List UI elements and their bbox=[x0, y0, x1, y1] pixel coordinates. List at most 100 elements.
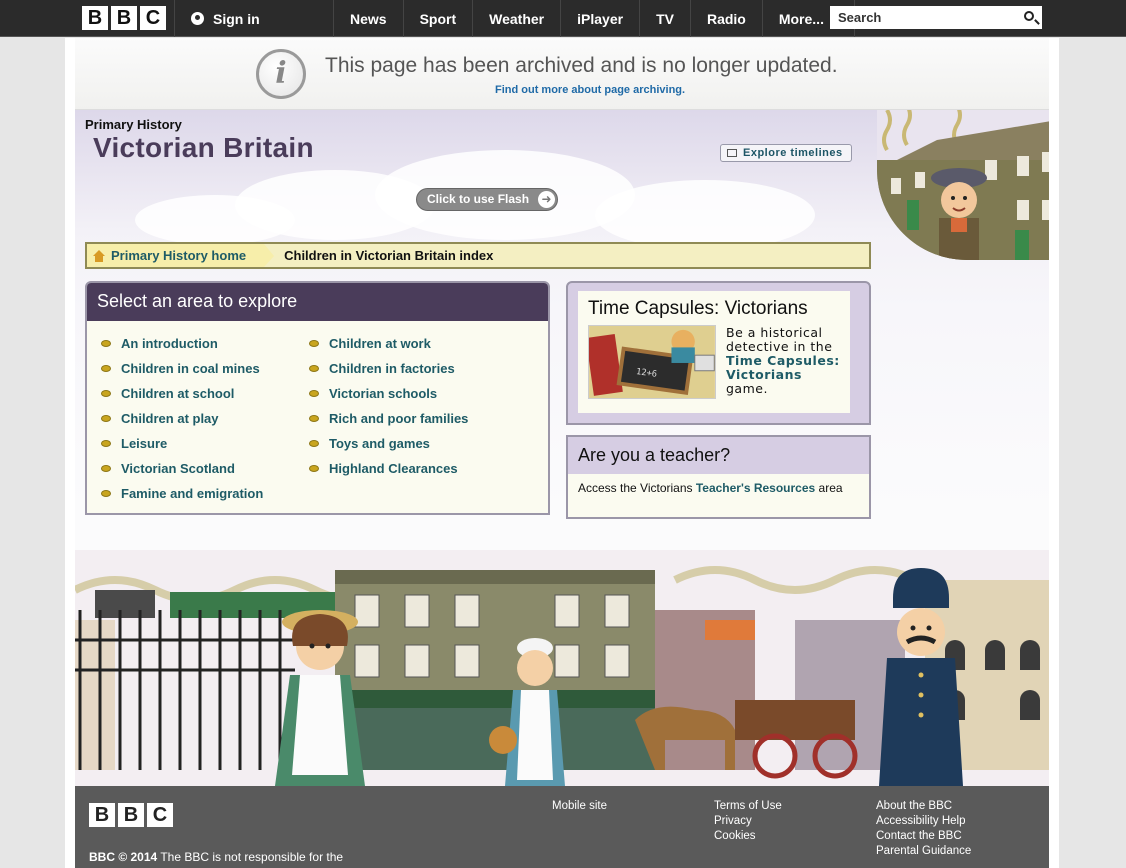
explore-link-label: An introduction bbox=[121, 336, 218, 351]
teacher-heading: Are you a teacher? bbox=[568, 437, 869, 474]
bullet-icon bbox=[101, 340, 111, 347]
footer-link-cookies[interactable]: Cookies bbox=[714, 829, 782, 844]
explore-link[interactable]: Children at work bbox=[309, 331, 468, 356]
user-icon bbox=[191, 12, 204, 25]
sign-in-link[interactable]: Sign in bbox=[174, 0, 334, 37]
explore-list-right: Children at work Children in factories V… bbox=[309, 331, 468, 481]
teacher-text-before: Access the Victorians bbox=[578, 481, 696, 495]
search-placeholder: Search bbox=[838, 10, 882, 25]
teacher-description: Access the Victorians Teacher's Resource… bbox=[568, 474, 869, 503]
copyright-disclaimer: The BBC is not responsible for the bbox=[157, 850, 344, 864]
explore-link-label: Victorian Scotland bbox=[121, 461, 235, 476]
nav-iplayer[interactable]: iPlayer bbox=[561, 0, 641, 37]
bullet-icon bbox=[101, 440, 111, 447]
search-icon[interactable] bbox=[1024, 11, 1034, 21]
footer-link-parental[interactable]: Parental Guidance bbox=[876, 844, 971, 859]
victorian-street-illustration bbox=[75, 550, 1049, 786]
explore-link[interactable]: Rich and poor families bbox=[309, 406, 468, 431]
explore-link-label: Rich and poor families bbox=[329, 411, 469, 426]
explore-link[interactable]: Victorian schools bbox=[309, 381, 468, 406]
explore-timelines-button[interactable]: Explore timelines bbox=[720, 144, 852, 162]
explore-panel: Select an area to explore An introductio… bbox=[85, 281, 550, 515]
victorian-boy-illustration bbox=[877, 110, 1049, 260]
explore-link-label: Highland Clearances bbox=[329, 461, 458, 476]
footer-link-about[interactable]: About the BBC bbox=[876, 799, 971, 814]
explore-link-label: Children at play bbox=[121, 411, 219, 426]
bbc-logo[interactable]: B B C bbox=[82, 6, 166, 30]
logo-letter: B bbox=[118, 803, 144, 827]
bullet-icon bbox=[309, 415, 319, 422]
footer-links-col2: Terms of Use Privacy Cookies bbox=[714, 799, 782, 844]
time-capsules-title: Time Capsules: Victorians bbox=[588, 298, 808, 319]
breadcrumb-current: Children in Victorian Britain index bbox=[284, 248, 494, 263]
use-flash-button[interactable]: Click to use Flash ➜ bbox=[416, 188, 558, 211]
explore-link[interactable]: Victorian Scotland bbox=[101, 456, 263, 481]
nav-news[interactable]: News bbox=[334, 0, 404, 37]
time-capsules-description: Be a historical detective in the Time Ca… bbox=[726, 326, 846, 396]
page-container: i This page has been archived and is no … bbox=[65, 38, 1059, 868]
footer-link-contact[interactable]: Contact the BBC bbox=[876, 829, 971, 844]
home-icon bbox=[93, 249, 105, 262]
sign-in-label: Sign in bbox=[213, 10, 260, 27]
explore-link-label: Children in coal mines bbox=[121, 361, 260, 376]
logo-letter: B bbox=[89, 803, 115, 827]
content-area: Primary History Victorian Britain Explor… bbox=[75, 110, 1049, 786]
explore-link-label: Children at school bbox=[121, 386, 235, 401]
popup-window-icon bbox=[727, 149, 737, 157]
time-capsules-card[interactable]: Time Capsules: Victorians 12+6 Be a hist… bbox=[578, 291, 850, 413]
archive-notice: i This page has been archived and is no … bbox=[75, 38, 1049, 110]
info-icon: i bbox=[256, 49, 306, 99]
footer-links-col3: About the BBC Accessibility Help Contact… bbox=[876, 799, 971, 859]
logo-letter: C bbox=[147, 803, 173, 827]
bullet-icon bbox=[101, 365, 111, 372]
logo-letter: C bbox=[140, 6, 166, 30]
explore-link-label: Famine and emigration bbox=[121, 486, 264, 501]
nav-tv[interactable]: TV bbox=[640, 0, 691, 37]
main-nav: News Sport Weather iPlayer TV Radio More… bbox=[334, 0, 855, 37]
explore-heading: Select an area to explore bbox=[87, 283, 548, 321]
explore-timelines-label: Explore timelines bbox=[743, 147, 843, 159]
logo-letter: B bbox=[82, 6, 108, 30]
breadcrumb-home-link[interactable]: Primary History home bbox=[87, 244, 275, 267]
bullet-icon bbox=[101, 390, 111, 397]
explore-link[interactable]: Famine and emigration bbox=[101, 481, 263, 506]
archive-info-link[interactable]: Find out more about page archiving. bbox=[495, 84, 685, 96]
nav-weather[interactable]: Weather bbox=[473, 0, 562, 37]
explore-link[interactable]: Children in factories bbox=[309, 356, 468, 381]
footer-link-accessibility[interactable]: Accessibility Help bbox=[876, 814, 971, 829]
bullet-icon bbox=[101, 415, 111, 422]
use-flash-label: Click to use Flash bbox=[427, 192, 530, 206]
explore-link-label: Toys and games bbox=[329, 436, 430, 451]
bbc-top-bar: B B C Sign in News Sport Weather iPlayer… bbox=[0, 0, 1126, 37]
copyright-label: BBC © 2014 bbox=[89, 850, 158, 864]
explore-link-label: Children in factories bbox=[329, 361, 455, 376]
page-title: Victorian Britain bbox=[93, 132, 314, 163]
teacher-promo: Are you a teacher? Access the Victorians… bbox=[566, 435, 871, 519]
footer-bbc-logo[interactable]: B B C bbox=[89, 803, 173, 827]
explore-link[interactable]: Children at play bbox=[101, 406, 263, 431]
footer-link-privacy[interactable]: Privacy bbox=[714, 814, 782, 829]
teacher-resources-link[interactable]: Teacher's Resources bbox=[696, 481, 815, 495]
explore-link[interactable]: An introduction bbox=[101, 331, 263, 356]
explore-link[interactable]: Leisure bbox=[101, 431, 263, 456]
time-capsules-link[interactable]: Time Capsules: Victorians bbox=[726, 353, 840, 382]
explore-link[interactable]: Highland Clearances bbox=[309, 456, 468, 481]
arrow-right-icon: ➜ bbox=[538, 191, 555, 208]
nav-radio[interactable]: Radio bbox=[691, 0, 763, 37]
explore-link[interactable]: Children at school bbox=[101, 381, 263, 406]
bullet-icon bbox=[309, 340, 319, 347]
explore-list-left: An introduction Children in coal mines C… bbox=[101, 331, 263, 506]
explore-link[interactable]: Children in coal mines bbox=[101, 356, 263, 381]
nav-sport[interactable]: Sport bbox=[404, 0, 474, 37]
bullet-icon bbox=[309, 390, 319, 397]
footer-link-terms[interactable]: Terms of Use bbox=[714, 799, 782, 814]
footer-link-mobile-site[interactable]: Mobile site bbox=[552, 799, 607, 814]
search-input[interactable]: Search bbox=[830, 6, 1042, 29]
footer-links-col1: Mobile site bbox=[552, 799, 607, 814]
explore-link[interactable]: Toys and games bbox=[309, 431, 468, 456]
archive-message: This page has been archived and is no lo… bbox=[325, 54, 838, 77]
logo-letter: B bbox=[111, 6, 137, 30]
bullet-icon bbox=[309, 440, 319, 447]
explore-link-label: Victorian schools bbox=[329, 386, 438, 401]
capsules-text-before: Be a historical detective in the bbox=[726, 325, 833, 354]
